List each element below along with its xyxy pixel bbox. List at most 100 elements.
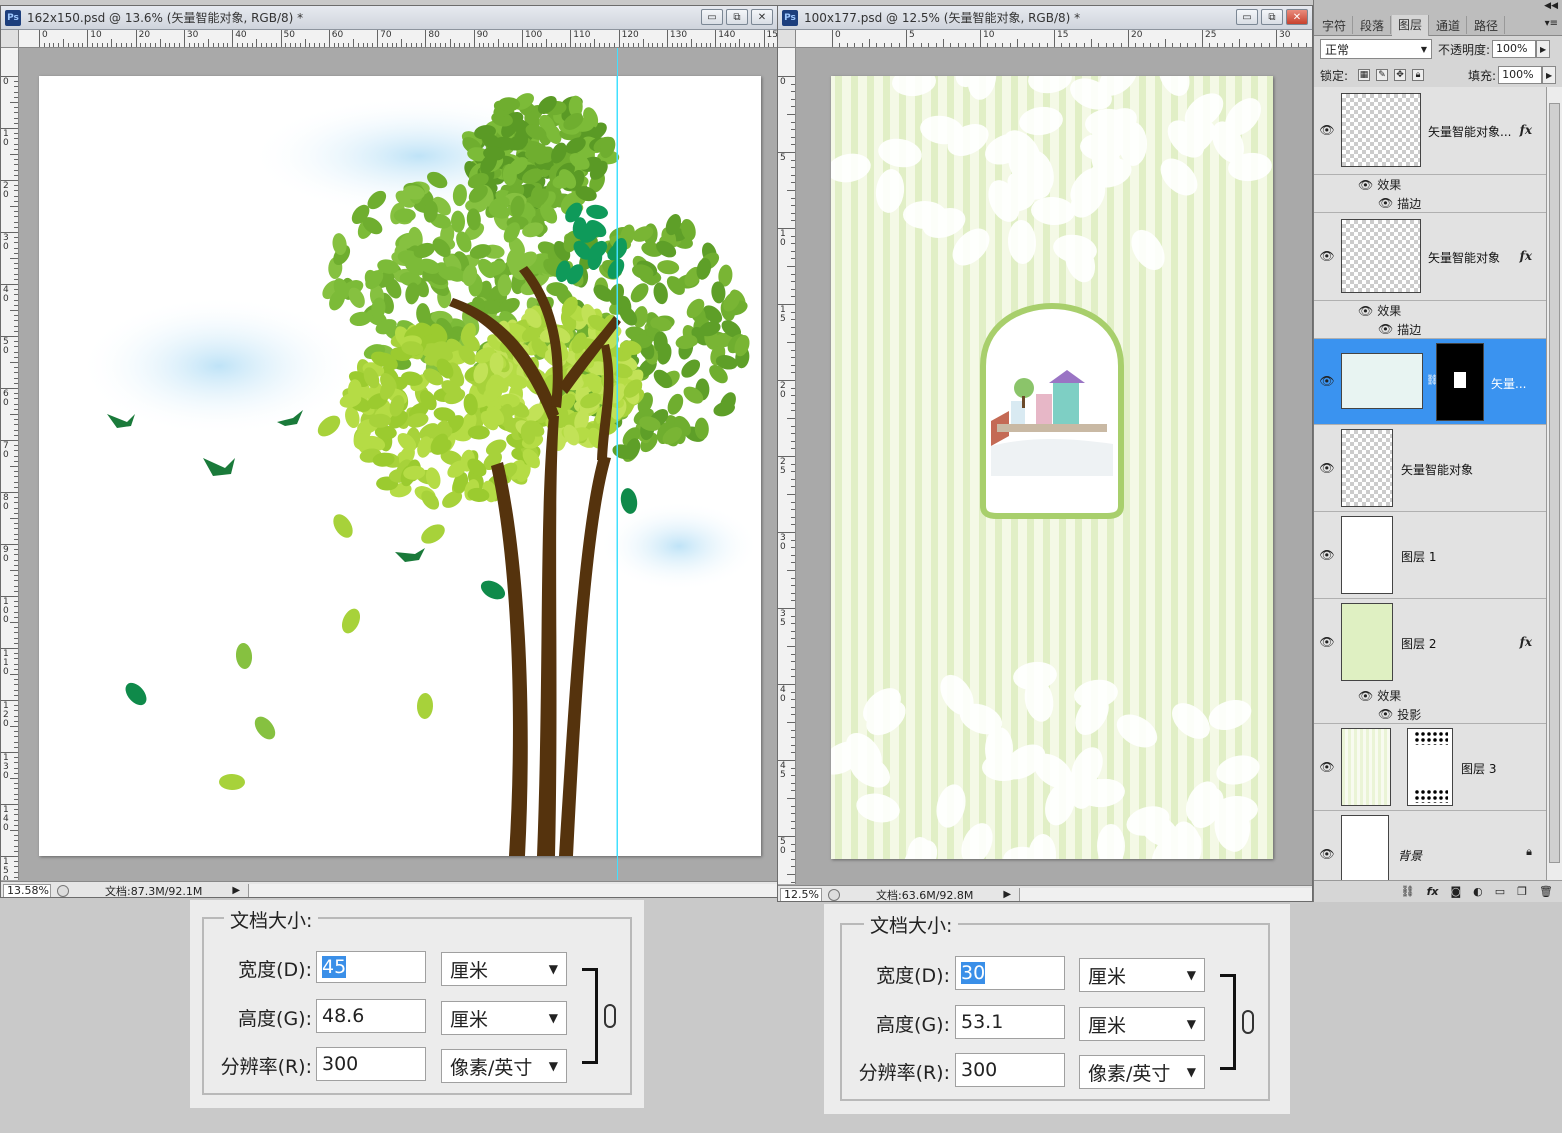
resolution-input[interactable]: 300 bbox=[955, 1053, 1065, 1087]
zoom-field[interactable]: 13.58% bbox=[3, 883, 51, 897]
canvas-stripes[interactable] bbox=[831, 76, 1273, 859]
restore-button[interactable]: ⧉ bbox=[1261, 9, 1283, 25]
horizontal-ruler[interactable]: 0 10 20 30 40 50 60 70 80 90 100 110 120 130 140 150 bbox=[19, 30, 777, 48]
effect-row[interactable]: 👁︎ 描边 bbox=[1314, 320, 1546, 339]
layer-name[interactable]: 背景 bbox=[1398, 847, 1422, 864]
eye-icon[interactable]: 👁︎ bbox=[1319, 374, 1335, 388]
horizontal-ruler[interactable]: 0 5 10 15 20 25 30 bbox=[796, 30, 1312, 48]
tab-paragraph[interactable]: 段落 bbox=[1354, 16, 1392, 34]
document-window-1[interactable]: Ps 162x150.psd @ 13.6% (矢量智能对象, RGB/8) *… bbox=[0, 5, 778, 898]
lock-position-icon[interactable]: ✥ bbox=[1394, 69, 1407, 81]
layer-row[interactable]: 👁︎ 图层 1 bbox=[1314, 512, 1546, 599]
status-arrow-icon[interactable]: ▶ bbox=[232, 885, 240, 896]
layer-row[interactable]: 👁︎ 矢量智能对象 fx bbox=[1314, 213, 1546, 301]
width-unit-select[interactable]: 厘米 ▼ bbox=[1079, 958, 1205, 992]
lock-transparent-icon[interactable]: ▦ bbox=[1358, 69, 1371, 81]
vertical-ruler[interactable]: 0 5 10 15 20 25 30 35 40 45 50 bbox=[778, 48, 796, 884]
tab-character[interactable]: 字符 bbox=[1316, 16, 1354, 34]
width-input[interactable]: 30 bbox=[955, 956, 1065, 990]
resolution-unit-select[interactable]: 像素/英寸 ▼ bbox=[441, 1049, 567, 1083]
eye-icon[interactable]: 👁︎ bbox=[1358, 689, 1373, 703]
panel-menu-icon[interactable]: ▾≡ bbox=[1545, 18, 1558, 29]
layer-mask-thumbnail[interactable] bbox=[1436, 343, 1484, 421]
resolution-unit-select[interactable]: 像素/英寸 ▼ bbox=[1079, 1055, 1205, 1089]
resolution-input[interactable]: 300 bbox=[316, 1047, 426, 1081]
add-mask-icon[interactable]: ◙ bbox=[1450, 885, 1461, 898]
layer-name[interactable]: 图层 1 bbox=[1401, 548, 1436, 565]
tab-layers[interactable]: 图层 bbox=[1392, 15, 1430, 36]
eye-icon[interactable]: 👁︎ bbox=[1319, 847, 1335, 861]
collapse-icon[interactable]: ◀◀ bbox=[1544, 1, 1558, 11]
layer-row-selected[interactable]: 👁︎ ⛓ 矢量... bbox=[1314, 339, 1546, 425]
eye-icon[interactable]: 👁︎ bbox=[1319, 548, 1335, 562]
minimize-button[interactable]: ▭ bbox=[701, 9, 723, 25]
lock-all-icon[interactable]: 🔒︎ bbox=[1412, 69, 1425, 81]
opacity-slider-button[interactable]: ▶ bbox=[1536, 40, 1551, 58]
effects-row[interactable]: 👁︎ 效果 bbox=[1314, 175, 1546, 194]
width-input[interactable]: 45 bbox=[316, 951, 426, 983]
layer-row[interactable]: 👁︎ 矢量智能对象 bbox=[1314, 425, 1546, 512]
layer-name[interactable]: 矢量智能对象 bbox=[1428, 249, 1500, 266]
layer-row[interactable]: 👁︎ 图层 2 fx bbox=[1314, 599, 1546, 686]
ruler-origin[interactable] bbox=[778, 30, 796, 48]
chain-link-icon[interactable] bbox=[604, 1004, 616, 1028]
eye-icon[interactable]: 👁︎ bbox=[1319, 635, 1335, 649]
eye-icon[interactable]: 👁︎ bbox=[1319, 123, 1335, 137]
height-unit-select[interactable]: 厘米 ▼ bbox=[1079, 1007, 1205, 1041]
horizontal-scrollbar[interactable] bbox=[1019, 887, 1312, 901]
window-1-titlebar[interactable]: Ps 162x150.psd @ 13.6% (矢量智能对象, RGB/8) *… bbox=[1, 6, 777, 30]
status-menu-icon[interactable] bbox=[828, 888, 840, 901]
layers-scrollbar[interactable] bbox=[1546, 87, 1562, 880]
eye-icon[interactable]: 👁︎ bbox=[1358, 178, 1373, 192]
scroll-thumb[interactable] bbox=[1549, 103, 1560, 863]
eye-icon[interactable]: 👁︎ bbox=[1358, 304, 1373, 318]
tab-channels[interactable]: 通道 bbox=[1430, 16, 1468, 34]
eye-icon[interactable]: 👁︎ bbox=[1378, 322, 1393, 336]
layer-row[interactable]: 👁︎ 矢量智能对象... fx bbox=[1314, 87, 1546, 175]
effects-row[interactable]: 👁︎ 效果 bbox=[1314, 301, 1546, 320]
vertical-ruler[interactable]: 0 10 20 30 40 50 60 70 80 90 100 110 120 130 140 150 bbox=[1, 48, 19, 880]
layer-name[interactable]: 矢量智能对象... bbox=[1428, 123, 1511, 140]
layer-name[interactable]: 矢量智能对象 bbox=[1401, 461, 1473, 478]
layer-row[interactable]: 👁︎ 图层 3 bbox=[1314, 724, 1546, 811]
ruler-origin[interactable] bbox=[1, 30, 19, 48]
minimize-button[interactable]: ▭ bbox=[1236, 9, 1258, 25]
close-button[interactable]: ✕ bbox=[1286, 9, 1308, 25]
zoom-field[interactable]: 12.5% bbox=[780, 887, 822, 901]
horizontal-scrollbar[interactable] bbox=[248, 883, 777, 897]
layer-name[interactable]: 图层 3 bbox=[1461, 760, 1496, 777]
effects-row[interactable]: 👁︎ 效果 bbox=[1314, 686, 1546, 705]
fill-input[interactable]: 100% bbox=[1498, 66, 1543, 84]
guide-line[interactable] bbox=[617, 48, 618, 880]
eye-icon[interactable]: 👁︎ bbox=[1378, 707, 1393, 721]
fx-icon[interactable]: fx bbox=[1520, 249, 1532, 263]
chain-link-icon[interactable] bbox=[1242, 1010, 1254, 1034]
new-layer-icon[interactable]: ❐ bbox=[1517, 885, 1527, 898]
document-window-2[interactable]: Ps 100x177.psd @ 12.5% (矢量智能对象, RGB/8) *… bbox=[777, 5, 1313, 902]
layer-name[interactable]: 矢量... bbox=[1491, 375, 1526, 392]
height-input[interactable]: 48.6 bbox=[316, 999, 426, 1033]
status-menu-icon[interactable] bbox=[57, 884, 69, 897]
eye-icon[interactable]: 👁︎ bbox=[1319, 249, 1335, 263]
new-group-icon[interactable]: ▭ bbox=[1495, 885, 1505, 898]
status-arrow-icon[interactable]: ▶ bbox=[1003, 889, 1011, 900]
canvas-tree[interactable] bbox=[39, 76, 761, 856]
adjustment-layer-icon[interactable]: ◐ bbox=[1473, 885, 1483, 898]
layer-mask-thumbnail[interactable] bbox=[1407, 728, 1453, 806]
eye-icon[interactable]: 👁︎ bbox=[1319, 461, 1335, 475]
layer-name[interactable]: 图层 2 bbox=[1401, 635, 1436, 652]
restore-button[interactable]: ⧉ bbox=[726, 9, 748, 25]
eye-icon[interactable]: 👁︎ bbox=[1378, 196, 1393, 210]
fill-slider-button[interactable]: ▶ bbox=[1542, 66, 1557, 84]
trash-icon[interactable]: 🗑︎ bbox=[1539, 885, 1553, 898]
window-2-titlebar[interactable]: Ps 100x177.psd @ 12.5% (矢量智能对象, RGB/8) *… bbox=[778, 6, 1312, 30]
layer-row[interactable]: 👁︎ 背景 🔒︎ bbox=[1314, 811, 1546, 880]
link-layers-icon[interactable]: ⛓ bbox=[1401, 885, 1415, 898]
fx-icon[interactable]: fx bbox=[1520, 635, 1532, 649]
close-button[interactable]: ✕ bbox=[751, 9, 773, 25]
effect-row[interactable]: 👁︎ 投影 bbox=[1314, 705, 1546, 724]
fx-icon[interactable]: fx bbox=[1427, 885, 1439, 898]
blend-mode-select[interactable]: 正常 ▼ bbox=[1320, 39, 1432, 59]
height-input[interactable]: 53.1 bbox=[955, 1005, 1065, 1039]
effect-row[interactable]: 👁︎ 描边 bbox=[1314, 194, 1546, 213]
